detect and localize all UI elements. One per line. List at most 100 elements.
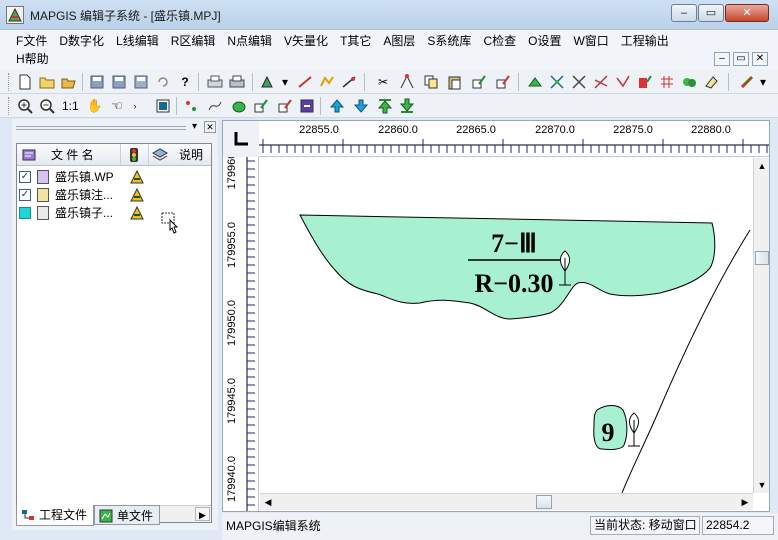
help-cursor-icon[interactable]: ?	[176, 73, 194, 91]
vscroll-thumb[interactable]	[755, 251, 769, 265]
edit-state-icon[interactable]	[129, 205, 145, 221]
file-row-note[interactable]: ✓ 盛乐镇注...	[17, 186, 211, 204]
title-bar: MAPGIS 编辑子系统 - [盛乐镇.MPJ] – ▭ ✕	[0, 0, 778, 30]
zoom-out-icon[interactable]	[38, 97, 56, 115]
save-all-icon[interactable]	[110, 73, 128, 91]
tree-icon[interactable]	[680, 73, 698, 91]
save-icon[interactable]	[88, 73, 106, 91]
menu-help[interactable]: H帮助	[10, 50, 55, 68]
column-name-header[interactable]: 文 件 名	[17, 144, 121, 166]
file-row-wp[interactable]: ✓ 盛乐镇.WP	[17, 168, 211, 186]
full-view-icon[interactable]	[154, 97, 172, 115]
pin-icon[interactable]: ▾	[192, 121, 202, 133]
dropdown-arrow-icon[interactable]: ▾	[280, 73, 290, 91]
visibility-checkbox[interactable]: ✓	[19, 189, 31, 201]
menu-digitize[interactable]: D数字化	[53, 32, 110, 50]
arrow-down-icon[interactable]	[352, 97, 370, 115]
print-icon[interactable]	[228, 73, 246, 91]
arrow-up-icon[interactable]	[328, 97, 346, 115]
pan-grab-icon[interactable]: ✋	[86, 97, 104, 115]
scroll-down-icon[interactable]: ▼	[755, 478, 769, 492]
area-tool-icon[interactable]	[318, 73, 336, 91]
panel-close-icon[interactable]: ✕	[204, 121, 216, 133]
copy-icon[interactable]	[422, 73, 440, 91]
display-point-icon[interactable]	[182, 97, 200, 115]
visibility-checkbox[interactable]: ✓	[19, 171, 31, 183]
layer-green-icon[interactable]	[526, 73, 544, 91]
menu-area-edit[interactable]: R区编辑	[165, 32, 222, 50]
display-edit-icon[interactable]	[252, 97, 270, 115]
open-file-icon[interactable]	[38, 73, 56, 91]
vector-icon[interactable]	[614, 73, 632, 91]
eraser-icon[interactable]	[702, 73, 720, 91]
tab-single-file[interactable]: 单文件	[94, 505, 161, 525]
visibility-checkbox[interactable]	[19, 207, 31, 219]
node-edit-icon[interactable]	[398, 73, 416, 91]
line-cross-icon[interactable]	[592, 73, 610, 91]
tab-project-file[interactable]: 工程文件	[16, 505, 95, 526]
pencil-icon[interactable]	[738, 73, 756, 91]
fill-area-icon[interactable]	[636, 73, 654, 91]
hscroll-thumb[interactable]	[536, 495, 552, 509]
x-tick-label: 22855.0	[299, 124, 339, 136]
paste-icon[interactable]	[446, 73, 464, 91]
menu-point-edit[interactable]: N点编辑	[221, 32, 278, 50]
map-vscroll[interactable]: ▲ ▼	[753, 158, 769, 493]
pen-edit-icon[interactable]	[470, 73, 488, 91]
toolbar-grip[interactable]	[8, 97, 11, 115]
menu-vectorize[interactable]: V矢量化	[278, 32, 334, 50]
zoom-in-icon[interactable]	[16, 97, 34, 115]
map-hscroll[interactable]: ◀ ▶	[260, 493, 753, 510]
display-line-icon[interactable]	[206, 97, 224, 115]
save-as-icon[interactable]	[132, 73, 150, 91]
column-desc-header[interactable]: 说明	[149, 144, 211, 166]
cross-node-icon[interactable]	[570, 73, 588, 91]
open-folder-icon[interactable]	[60, 73, 78, 91]
toolbar-grip[interactable]	[8, 73, 11, 91]
scroll-up-icon[interactable]: ▲	[755, 159, 769, 173]
menu-settings[interactable]: O设置	[522, 32, 567, 50]
mdi-close-button[interactable]: ✕	[752, 52, 768, 66]
arrow-top-icon[interactable]	[376, 97, 394, 115]
ruler-corner-button[interactable]	[223, 121, 259, 157]
menu-file[interactable]: F文件	[10, 32, 53, 50]
menu-system-lib[interactable]: S系统库	[421, 32, 477, 50]
menu-line-edit[interactable]: L线编辑	[110, 32, 165, 50]
attribute-edit-icon[interactable]	[494, 73, 512, 91]
mdi-restore-button[interactable]: ▭	[733, 52, 749, 66]
scroll-left-icon[interactable]: ◀	[261, 495, 275, 509]
cut-icon[interactable]: ✂	[374, 73, 392, 91]
scroll-right-icon[interactable]: ▶	[195, 507, 210, 521]
menu-project-output[interactable]: 工程输出	[615, 32, 675, 50]
print-preview-icon[interactable]	[206, 73, 224, 91]
minimize-button[interactable]: –	[671, 4, 697, 22]
display-attr-icon[interactable]	[276, 97, 294, 115]
network-icon[interactable]	[548, 73, 566, 91]
pan-hand-icon[interactable]: ☜	[108, 97, 126, 115]
grid-icon[interactable]	[658, 73, 676, 91]
restore-button[interactable]: ▭	[698, 4, 724, 22]
new-file-icon[interactable]	[16, 73, 34, 91]
menu-other[interactable]: T其它	[334, 32, 377, 50]
arrow-bottom-icon[interactable]	[398, 97, 416, 115]
menu-check[interactable]: C检查	[477, 32, 522, 50]
edit-state-icon[interactable]	[129, 187, 145, 203]
refresh-icon[interactable]	[298, 97, 316, 115]
pointer-icon[interactable]: ›	[130, 97, 140, 115]
menu-layer[interactable]: A图层	[377, 32, 421, 50]
undo-icon[interactable]	[154, 73, 172, 91]
scroll-right-icon[interactable]: ▶	[738, 495, 752, 509]
pencil-dropdown-icon[interactable]: ▾	[758, 73, 768, 91]
close-button[interactable]: ✕	[725, 4, 769, 22]
edit-state-icon[interactable]	[129, 169, 145, 185]
display-area-icon[interactable]	[230, 97, 248, 115]
map-canvas[interactable]: 7−Ⅲ R−0.30 9	[260, 158, 753, 493]
column-visibility-header[interactable]	[121, 144, 149, 166]
edit-tool-icon[interactable]	[340, 73, 358, 91]
menu-window[interactable]: W窗口	[567, 32, 614, 50]
mdi-minimize-button[interactable]: –	[714, 52, 730, 66]
panel-grip[interactable]	[16, 126, 186, 130]
zoom-one-button[interactable]: 1:1	[62, 97, 79, 115]
line-tool-icon[interactable]	[296, 73, 314, 91]
point-tool-icon[interactable]	[258, 73, 276, 91]
